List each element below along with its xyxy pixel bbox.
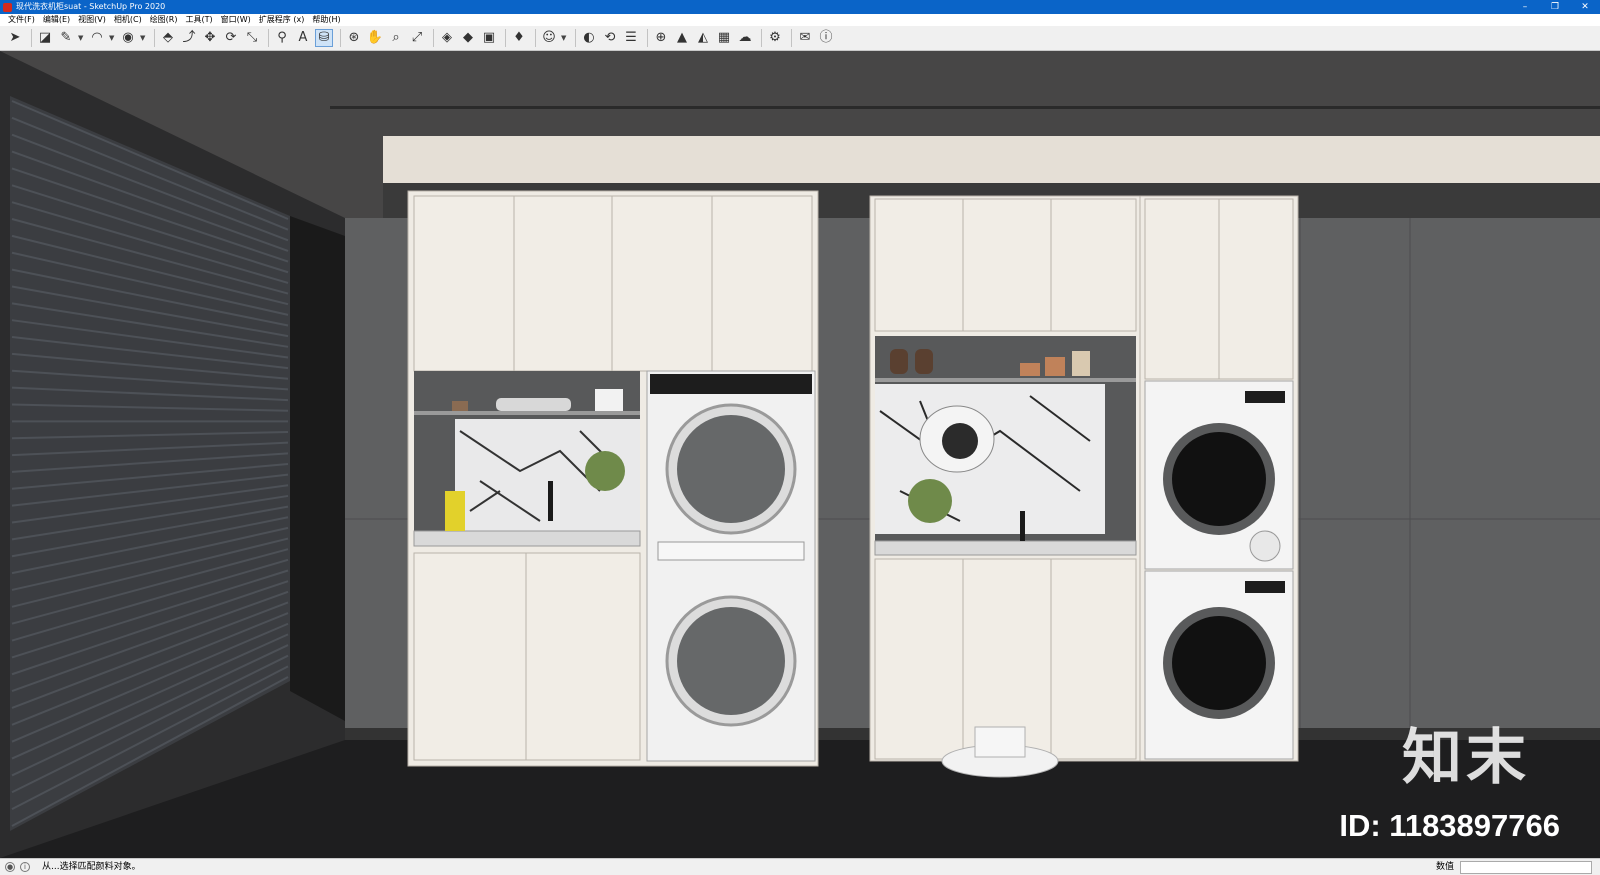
geo-location-icon[interactable]: ● [5,862,15,872]
menu-item-8[interactable]: 帮助(H) [308,14,344,26]
toolbar-separator [647,29,648,47]
warehouse-icon[interactable]: ◈ [438,29,456,47]
menu-item-7[interactable]: 扩展程序 (x) [255,14,309,26]
pencil-icon[interactable]: ✎ [57,29,75,47]
eraser-icon[interactable]: ◪ [36,29,54,47]
maximize-button[interactable]: ❐ [1540,0,1570,14]
sketchup-logo-icon[interactable]: ◐ [580,29,598,47]
texture-icon[interactable]: ▦ [715,29,733,47]
ruby-icon[interactable]: ♦ [510,29,528,47]
upload-icon[interactable]: ☁ [736,29,754,47]
mail-icon[interactable]: ✉ [796,29,814,47]
components-icon[interactable]: ☰ [622,29,640,47]
sketchup-window: 现代洗衣机柜suat - SketchUp Pro 2020 – ❐ ✕ 文件(… [0,0,1600,875]
soffit [383,136,1600,183]
chevron-down-icon[interactable]: ▼ [78,34,85,42]
right-countertop [874,540,1137,556]
paint-bucket-icon[interactable]: ⛁ [315,29,333,47]
ceiling-line [330,106,1600,109]
sync-icon[interactable]: ⟲ [601,29,619,47]
watermark-id: ID: 1183897766 [1339,808,1560,843]
menu-item-3[interactable]: 相机(C) [110,14,146,26]
zoom-extents-icon[interactable]: ⤢ [408,29,426,47]
toolbar-separator [154,29,155,47]
account-icon[interactable]: ☺ [540,29,558,47]
arc-icon[interactable]: ◠ [88,29,106,47]
scene-drawing [0,51,1600,858]
main-toolbar: ➤ ◪ ✎ ▼ ◠ ▼ ◉ ▼ ⬘ ⤴ ✥ ⟳ ⤡ ⚲ A ⛁ ⊛ ✋ ⌕ ⤢ ◈ ◆ ▣ ♦ ☺ ▼ ◐ ⟲ ☰ ⊕ ▲ ◭ ▦ ☁ ⚙ ✉ ⓘ [0,26,1600,51]
credits-icon[interactable]: i [20,862,30,872]
measurements-input[interactable] [1460,860,1592,874]
follow-me-icon[interactable]: ⤴ [180,29,198,47]
sketchup-app-icon [3,2,12,12]
menu-item-5[interactable]: 工具(T) [182,14,217,26]
menu-item-1[interactable]: 编辑(E) [39,14,74,26]
menu-item-6[interactable]: 窗口(W) [217,14,255,26]
toolbar-separator [761,29,762,47]
terrain-icon[interactable]: ▲ [673,29,691,47]
toolbar-separator [340,29,341,47]
extension-warehouse-icon[interactable]: ◆ [459,29,477,47]
info-icon[interactable]: ⓘ [817,29,835,47]
watermark-logo: 知末 [1402,723,1530,793]
toolbar-separator [505,29,506,47]
menu-bar: 文件(F) 编辑(E) 视图(V) 相机(C) 绘图(R) 工具(T) 窗口(W) 扩展程序 … [0,14,1600,26]
close-button[interactable]: ✕ [1570,0,1600,14]
chevron-down-icon[interactable]: ▼ [109,34,116,42]
menu-item-0[interactable]: 文件(F) [4,14,39,26]
zoom-icon[interactable]: ⌕ [387,29,405,47]
orbit-icon[interactable]: ⊛ [345,29,363,47]
text-icon[interactable]: A [294,29,312,47]
status-message: 从...选择匹配颜料对象。 [42,862,141,872]
scale-icon[interactable]: ⤡ [243,29,261,47]
toolbar-separator [791,29,792,47]
sandbox-icon[interactable]: ◭ [694,29,712,47]
settings-icon[interactable]: ⚙ [766,29,784,47]
status-bar: ● i 从...选择匹配颜料对象。 数值 [0,858,1600,875]
pan-icon[interactable]: ✋ [366,29,384,47]
toolbar-separator [31,29,32,47]
move-icon[interactable]: ✥ [201,29,219,47]
toolbar-separator [268,29,269,47]
select-icon[interactable]: ➤ [6,29,24,47]
left-countertop [413,530,641,547]
window-title: 现代洗衣机柜suat - SketchUp Pro 2020 [16,2,166,11]
minimize-button[interactable]: – [1510,0,1540,14]
tape-measure-icon[interactable]: ⚲ [273,29,291,47]
menu-item-2[interactable]: 视图(V) [74,14,110,26]
push-pull-icon[interactable]: ⬘ [159,29,177,47]
toolbar-separator [433,29,434,47]
chevron-down-icon[interactable]: ▼ [140,34,147,42]
chevron-down-icon[interactable]: ▼ [561,34,568,42]
toolbar-separator [535,29,536,47]
rotate-icon[interactable]: ⟳ [222,29,240,47]
measurements-label: 数值 [1435,862,1454,872]
window-frame [290,216,345,721]
toolbar-separator [575,29,576,47]
add-location-icon[interactable]: ⊕ [652,29,670,47]
model-viewport[interactable]: 知末 ID: 1183897766 [0,51,1600,858]
title-bar: 现代洗衣机柜suat - SketchUp Pro 2020 – ❐ ✕ [0,0,1600,14]
menu-item-4[interactable]: 绘图(R) [146,14,182,26]
layout-icon[interactable]: ▣ [480,29,498,47]
shape-icon[interactable]: ◉ [119,29,137,47]
